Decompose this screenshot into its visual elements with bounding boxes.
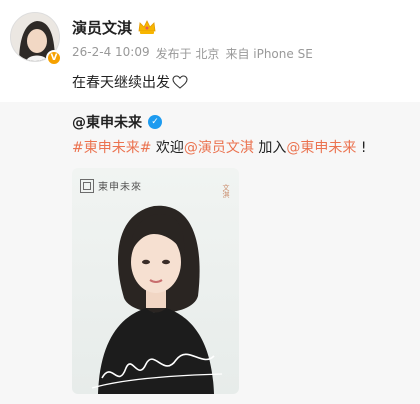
person-photo bbox=[91, 205, 223, 394]
author-avatar[interactable]: V bbox=[10, 12, 66, 68]
crown-icon bbox=[138, 20, 156, 34]
logo-mark-icon bbox=[80, 178, 94, 193]
blue-verified-icon: ✓ bbox=[148, 115, 162, 129]
agency-logo: 東申未來 bbox=[80, 178, 142, 193]
author-name[interactable]: 演员文淇 bbox=[72, 17, 132, 38]
post-time[interactable]: 26-2-4 10:09 bbox=[72, 45, 150, 62]
repost-author-name[interactable]: @東申未来 bbox=[72, 112, 142, 132]
heart-icon bbox=[172, 75, 188, 89]
post-text-content: 在春天继续出发 bbox=[72, 75, 170, 91]
repost-text: #東申未来# 欢迎@演员文淇 加入@東申未来 ! bbox=[72, 137, 366, 157]
orange-verified-icon: V bbox=[46, 50, 62, 66]
image-side-tag: 文淇 bbox=[222, 184, 230, 198]
logo-text: 東申未來 bbox=[98, 182, 142, 193]
repost-text-end: ! bbox=[356, 140, 367, 156]
post-device: 来自 iPhone SE bbox=[225, 47, 313, 61]
repost-hashtag[interactable]: #東申未来# bbox=[72, 140, 151, 156]
repost-mention-actor[interactable]: @演员文淇 bbox=[184, 140, 254, 156]
repost-container[interactable]: @東申未来 ✓ #東申未来# 欢迎@演员文淇 加入@東申未来 ! 東申未來 文淇 bbox=[0, 102, 420, 404]
repost-text-welcome: 欢迎 bbox=[151, 140, 184, 156]
post-meta: 26-2-4 10:09 发布于 北京 来自 iPhone SE bbox=[72, 45, 319, 62]
repost-image[interactable]: 東申未來 文淇 bbox=[72, 168, 239, 394]
repost-mention-agency[interactable]: @東申未来 bbox=[286, 140, 356, 156]
weibo-post: V 演员文淇 26-2-4 10:09 发布于 北京 来自 iPhone SE … bbox=[0, 0, 420, 404]
post-location: 发布于 北京 bbox=[155, 47, 220, 61]
post-text: 在春天继续出发 bbox=[72, 72, 188, 92]
repost-text-join: 加入 bbox=[253, 140, 287, 156]
